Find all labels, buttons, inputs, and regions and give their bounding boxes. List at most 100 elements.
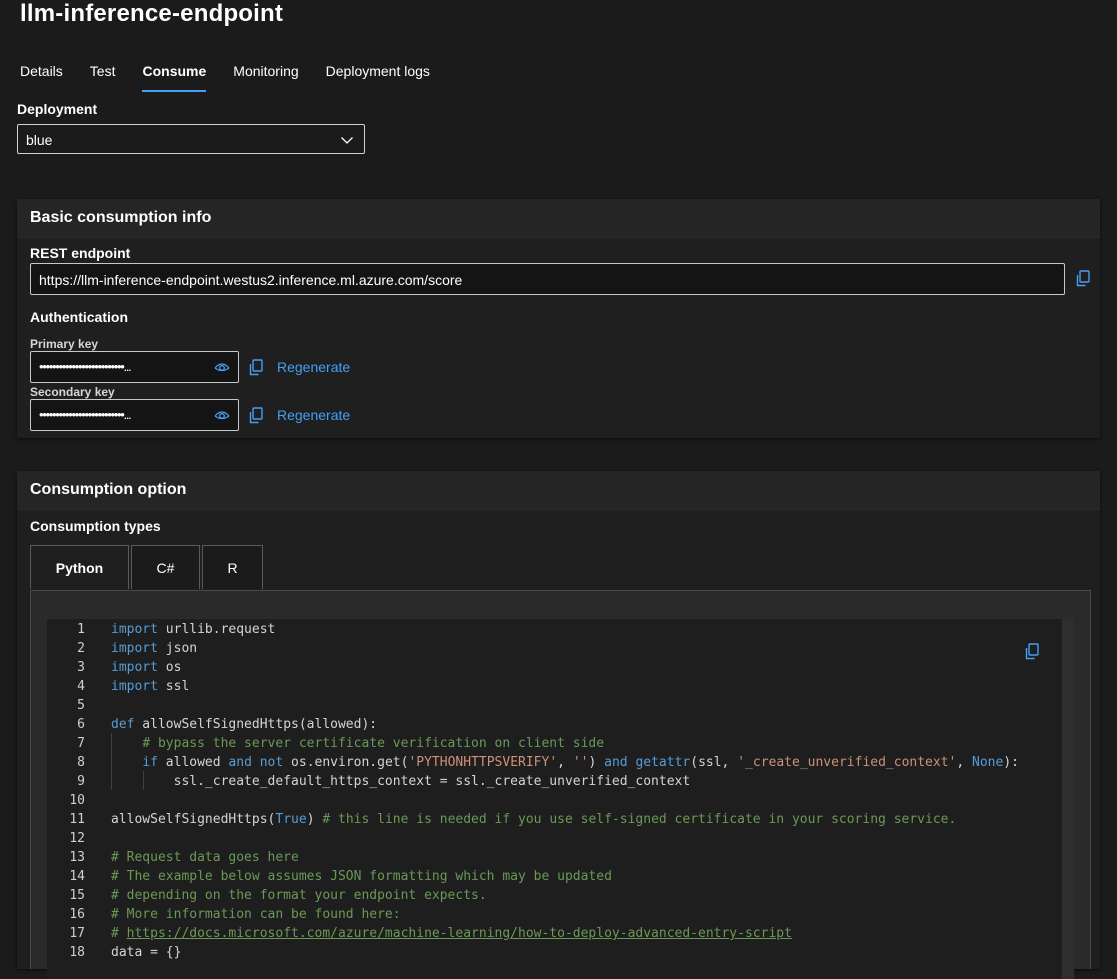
code-token: (ssl, [690, 755, 738, 770]
regenerate-secondary-link[interactable]: Regenerate [277, 407, 350, 423]
line-number: 10 [69, 793, 85, 808]
copy-icon[interactable] [248, 359, 264, 380]
code-line: 4 import ssl [47, 677, 1062, 696]
code-token: allowSelfSignedHttps(allowed): [134, 717, 378, 732]
eye-icon[interactable] [214, 361, 230, 377]
tab-details[interactable]: Details [20, 62, 63, 92]
code-text: # Request data goes here [111, 848, 299, 867]
code-line: 14 # The example below assumes JSON forma… [47, 867, 1062, 886]
code-text: allowSelfSignedHttps(True) # this line i… [111, 810, 956, 829]
code-token: ) [306, 812, 323, 827]
code-token: import [111, 641, 158, 656]
code-text: data = {} [111, 943, 181, 962]
code-line: 5 [47, 696, 1062, 715]
chevron-down-icon [340, 133, 354, 149]
primary-key-label: Primary key [30, 337, 99, 351]
docs-link[interactable]: https://docs.microsoft.com/azure/machine… [127, 926, 792, 941]
primary-key-value: ••••••••••••••••••••••••••... [39, 359, 132, 374]
code-token: if [142, 755, 158, 770]
basic-consumption-header: Basic consumption info [17, 199, 1100, 238]
tab-monitoring[interactable]: Monitoring [233, 62, 298, 92]
tab-deployment-logs[interactable]: Deployment logs [326, 62, 430, 92]
code-token: getattr [635, 755, 691, 770]
code-line: 3 import os [47, 658, 1062, 677]
code-line: 6 def allowSelfSignedHttps(allowed): [47, 715, 1062, 734]
primary-key-field[interactable]: ••••••••••••••••••••••••••... [30, 351, 239, 383]
consumption-option-title: Consumption option [30, 481, 187, 498]
code-text: import json [111, 639, 197, 658]
code-token: ) [588, 755, 605, 770]
code-token: # The example below assumes JSON formatt… [111, 869, 612, 884]
code-text: def allowSelfSignedHttps(allowed): [111, 715, 377, 734]
rest-endpoint-field[interactable]: https://llm-inference-endpoint.westus2.i… [30, 263, 1065, 295]
tab-csharp[interactable]: C# [131, 545, 200, 589]
copy-icon[interactable] [1075, 270, 1091, 291]
tab-python[interactable]: Python [30, 545, 129, 589]
tab-r[interactable]: R [202, 545, 263, 589]
code-token: urllib.request [157, 622, 276, 637]
line-number: 13 [69, 850, 85, 865]
code-line: 7 # bypass the server certificate verifi… [47, 734, 1062, 753]
code-token: True [275, 812, 307, 827]
code-line: 13 # Request data goes here [47, 848, 1062, 867]
code-token: '_create_unverified_context' [737, 755, 957, 770]
code-token: # More information can be found here: [111, 907, 401, 922]
regenerate-primary-link[interactable]: Regenerate [277, 359, 350, 375]
tab-consume[interactable]: Consume [142, 62, 206, 92]
code-lines: 1 import urllib.request 2 import json 3 impor… [47, 620, 1062, 962]
code-text: # depending on the format your endpoint … [111, 886, 487, 905]
code-token: os [157, 660, 182, 675]
code-line: 11 allowSelfSignedHttps(True) # this line… [47, 810, 1062, 829]
code-text: import os [111, 658, 181, 677]
line-number: 18 [69, 945, 85, 960]
code-token: 'PYTHONHTTPSVERIFY' [408, 755, 558, 770]
code-token: and [604, 755, 628, 770]
code-line: 12 [47, 829, 1062, 848]
code-token: '' [572, 755, 589, 770]
line-number: 11 [69, 812, 85, 827]
code-token: allowed [157, 755, 229, 770]
eye-icon[interactable] [214, 409, 230, 425]
code-token: None [972, 755, 1004, 770]
code-token: # [111, 926, 127, 941]
basic-consumption-title: Basic consumption info [30, 209, 212, 226]
code-token: , [557, 755, 573, 770]
secondary-key-field[interactable]: ••••••••••••••••••••••••••... [30, 399, 239, 431]
secondary-key-value: ••••••••••••••••••••••••••... [39, 407, 132, 422]
line-number: 12 [69, 831, 85, 846]
code-line: 9 ssl._create_default_https_context = ss… [47, 772, 1062, 791]
code-token: and [228, 755, 252, 770]
code-line: 15 # depending on the format your endpoin… [47, 886, 1062, 905]
line-number: 6 [77, 717, 85, 732]
basic-consumption-card: Basic consumption info REST endpoint htt… [17, 199, 1100, 438]
copy-icon[interactable] [1024, 643, 1040, 664]
deployment-label: Deployment [17, 101, 98, 117]
line-number: 15 [69, 888, 85, 903]
code-token: # bypass the server certificate verifica… [142, 736, 605, 751]
code-editor[interactable]: 1 import urllib.request 2 import json 3 impor… [47, 619, 1074, 979]
line-number: 4 [77, 679, 85, 694]
line-number: 14 [69, 869, 85, 884]
code-token: , [956, 755, 973, 770]
line-number: 1 [77, 622, 85, 637]
code-line: 16 # More information can be found here: [47, 905, 1062, 924]
line-number: 17 [69, 926, 85, 941]
code-token: allowSelfSignedHttps( [111, 812, 276, 827]
code-line: 18 data = {} [47, 943, 1062, 962]
code-token: def [111, 717, 135, 732]
code-token: # depending on the format your endpoint … [111, 888, 487, 903]
code-token: import [111, 622, 158, 637]
code-token: # this line is needed if you use self-si… [322, 812, 957, 827]
code-text: import ssl [111, 677, 189, 696]
line-number: 16 [69, 907, 85, 922]
code-token: json [157, 641, 198, 656]
copy-icon[interactable] [248, 407, 264, 428]
tab-test[interactable]: Test [90, 62, 116, 92]
code-token: data = {} [111, 945, 182, 960]
code-line: 1 import urllib.request [47, 620, 1062, 639]
code-text: # The example below assumes JSON formatt… [111, 867, 612, 886]
deployment-select[interactable]: blue [17, 124, 365, 154]
page-title: llm-inference-endpoint [20, 0, 284, 27]
